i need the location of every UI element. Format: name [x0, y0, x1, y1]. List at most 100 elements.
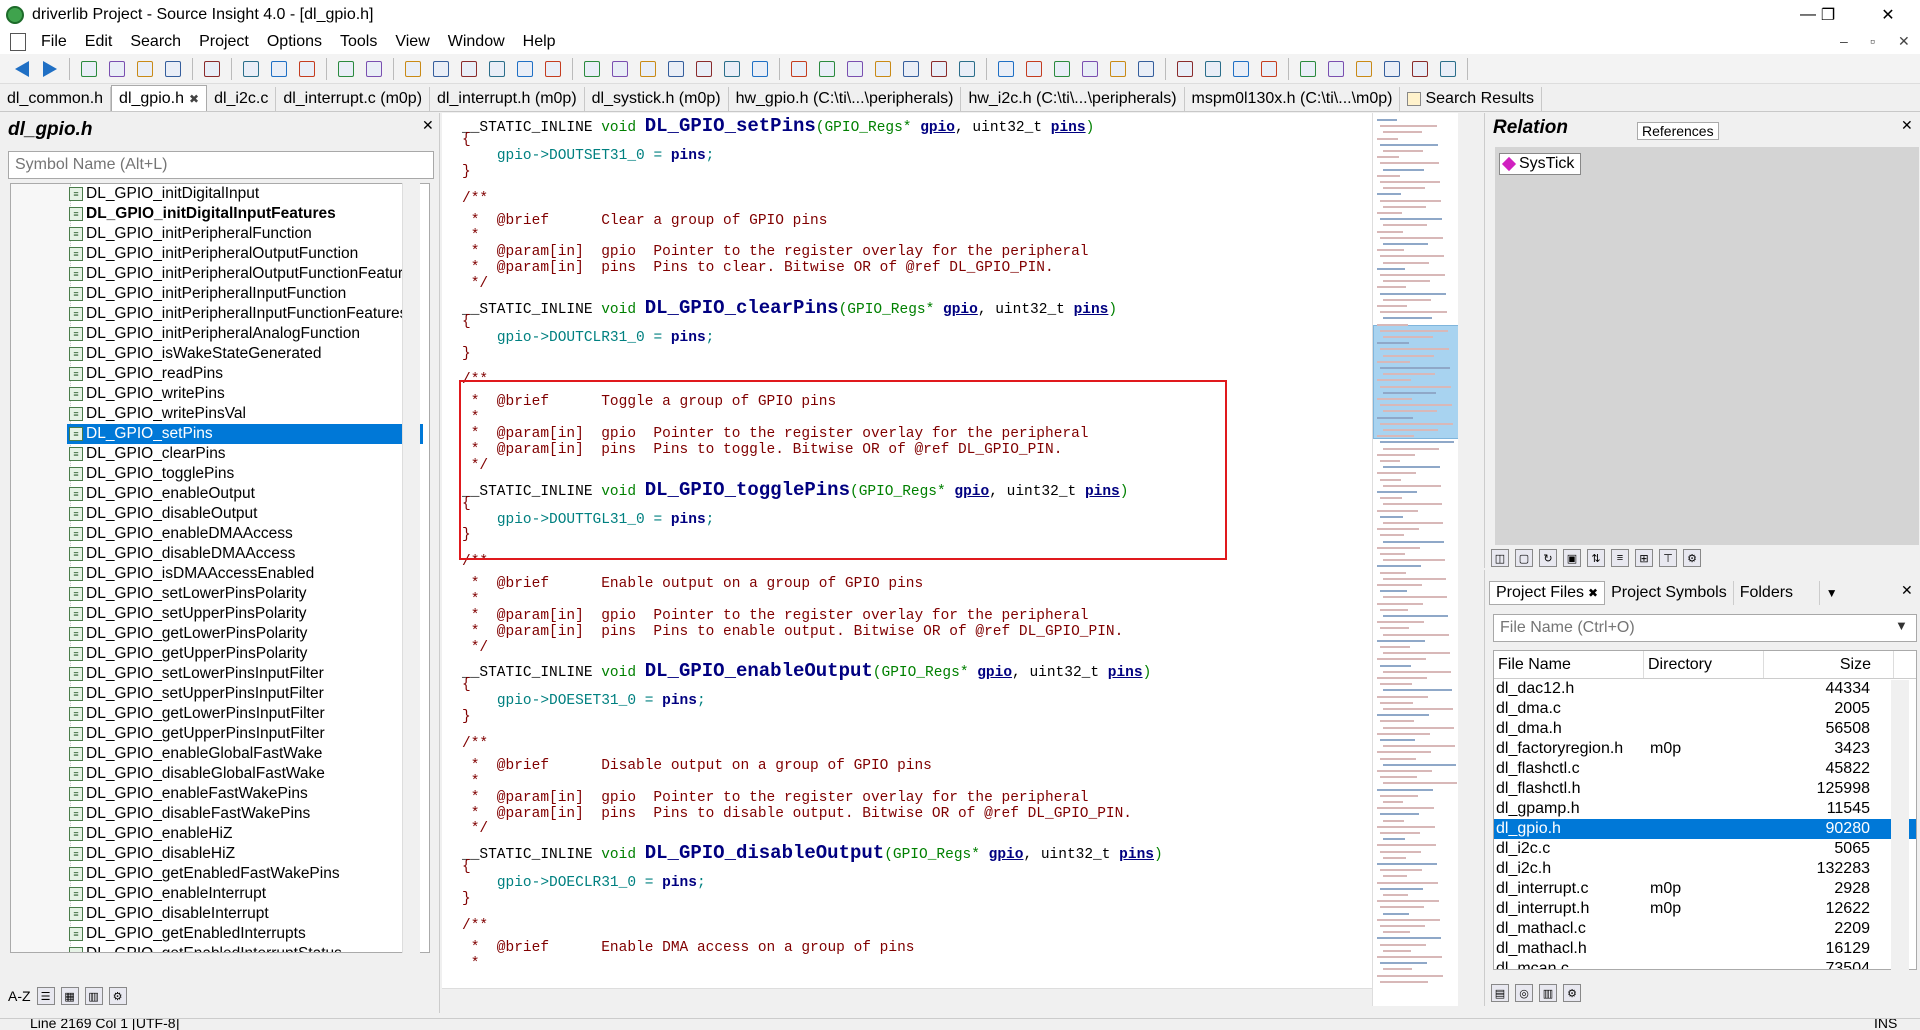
references-tab[interactable]: References [1637, 122, 1719, 140]
close-relation-icon[interactable]: ✕ [1901, 117, 1913, 134]
menu-file[interactable]: File [32, 33, 76, 51]
symbol-list-item[interactable]: ≡ DL_GPIO_getLowerPinsPolarity [67, 624, 423, 644]
symbol-list-item[interactable]: ≡ DL_GPIO_disableInterrupt [67, 904, 423, 924]
column-size[interactable]: Size [1764, 651, 1894, 678]
menu-window[interactable]: Window [439, 33, 514, 51]
outline-icon[interactable]: ≡ [1611, 549, 1629, 567]
overview-icon[interactable] [872, 58, 894, 80]
file-row[interactable]: dl_gpamp.h 11545 [1494, 799, 1916, 819]
menu-edit[interactable]: Edit [76, 33, 122, 51]
tab-mspm0l130x-h[interactable]: mspm0l130x.h (C:\ti\...\m0p) [1185, 87, 1401, 111]
browse-folder-icon[interactable]: ▤ [1491, 984, 1509, 1002]
stack-icon[interactable] [928, 58, 950, 80]
hierarchy-icon[interactable]: ⊤ [1659, 549, 1677, 567]
e-icon[interactable] [1409, 58, 1431, 80]
graph-icon[interactable] [1051, 58, 1073, 80]
symbol-list-item[interactable]: ≡ DL_GPIO_isDMAAccessEnabled [67, 564, 423, 584]
symbol-list-item[interactable]: ≡ DL_GPIO_disableOutput [67, 504, 423, 524]
file-row[interactable]: dl_dma.c 2005 [1494, 699, 1916, 719]
tab-project-files[interactable]: Project Files ✖ [1489, 581, 1606, 605]
save-icon[interactable] [134, 58, 156, 80]
category-icon[interactable]: ▦ [60, 987, 79, 1005]
tab-project-symbols[interactable]: Project Symbols [1605, 581, 1734, 605]
symbol-search-input[interactable] [8, 151, 434, 179]
file-row[interactable]: dl_mathacl.c 2209 [1494, 919, 1916, 939]
file-row[interactable]: dl_mcan.c 73504 [1494, 959, 1916, 969]
tab-dl-interrupt-h[interactable]: dl_interrupt.h (m0p) [430, 87, 585, 111]
symbol-list-item[interactable]: ≡ DL_GPIO_enableDMAAccess [67, 524, 423, 544]
symbol-list-item[interactable]: ≡ DL_GPIO_initPeripheralFunction [67, 224, 423, 244]
a-icon[interactable] [1297, 58, 1319, 80]
mdi-restore-button[interactable]: ▫ [1870, 33, 1875, 49]
tree-icon[interactable] [1023, 58, 1045, 80]
tab-search-results[interactable]: Search Results [1400, 87, 1542, 111]
split-icon[interactable] [1107, 58, 1129, 80]
lock-icon[interactable]: ▣ [1563, 549, 1581, 567]
symbol-list-item[interactable]: ≡DL_GPIO_getEnabledInterruptStatus [67, 944, 423, 952]
b-icon[interactable] [1325, 58, 1347, 80]
file-row[interactable]: dl_dma.h 56508 [1494, 719, 1916, 739]
cut-icon[interactable] [240, 58, 262, 80]
maximize-button[interactable]: ❐ [1800, 0, 1856, 30]
symbol-list-item[interactable]: ≡ DL_GPIO_togglePins [67, 464, 423, 484]
browse-icon[interactable] [542, 58, 564, 80]
panel-icon[interactable] [844, 58, 866, 80]
symbol-list-item[interactable]: ≡ DL_GPIO_setUpperPinsInputFilter [67, 684, 423, 704]
jump-ref-icon[interactable] [665, 58, 687, 80]
replace-icon[interactable] [486, 58, 508, 80]
tab-overflow-dropdown[interactable]: ▼ [1820, 581, 1844, 605]
file-row[interactable]: dl_dac12.h 44334 [1494, 679, 1916, 699]
symbol-list-item[interactable]: ≡ DL_GPIO_getLowerPinsInputFilter [67, 704, 423, 724]
tab-folders[interactable]: Folders [1734, 581, 1820, 605]
go-icon[interactable] [581, 58, 603, 80]
layout-icon[interactable] [816, 58, 838, 80]
symbol-list-item[interactable]: ≡ DL_GPIO_writePins [67, 384, 423, 404]
tab-dl-systick-h[interactable]: dl_systick.h (m0p) [585, 87, 729, 111]
search-icon[interactable] [458, 58, 480, 80]
file-row[interactable]: dl_gpio.h 90280 [1494, 819, 1916, 839]
mdi-minimize-button[interactable]: – [1840, 33, 1848, 49]
tab-dl-common-h[interactable]: dl_common.h [0, 87, 112, 111]
d-icon[interactable] [1381, 58, 1403, 80]
symbol-list-item[interactable]: ≡ DL_GPIO_initDigitalInput [67, 184, 423, 204]
symbol-list-item[interactable]: ≡ DL_GPIO_isWakeStateGenerated [67, 344, 423, 364]
symbol-list-item[interactable]: ≡ DL_GPIO_enableFastWakePins [67, 784, 423, 804]
symbol-list-item[interactable]: ≡ DL_GPIO_setLowerPinsPolarity [67, 584, 423, 604]
symbol-list-item[interactable]: ≡ DL_GPIO_disableGlobalFastWake [67, 764, 423, 784]
close-panel-icon[interactable]: ✕ [422, 117, 434, 134]
menu-tools[interactable]: Tools [331, 33, 386, 51]
symbol-list-item[interactable]: ≡ DL_GPIO_enableInterrupt [67, 884, 423, 904]
graph-layout-icon[interactable]: ◫ [1491, 549, 1509, 567]
symbol-list-item[interactable]: ≡ DL_GPIO_initPeripheralInputFunction [67, 284, 423, 304]
file-row[interactable]: dl_factoryregion.h m0p 3423 [1494, 739, 1916, 759]
close-project-panel-icon[interactable]: ✕ [1901, 582, 1913, 599]
forward-icon[interactable] [39, 58, 61, 80]
editor-vertical-scrollbar[interactable] [1458, 113, 1472, 1006]
file-row[interactable]: dl_mathacl.h 16129 [1494, 939, 1916, 959]
symbol-window-icon[interactable] [788, 58, 810, 80]
menu-help[interactable]: Help [514, 33, 565, 51]
symbol-list-item[interactable]: ≡ DL_GPIO_initPeripheralAnalogFunction [67, 324, 423, 344]
file-row[interactable]: dl_flashctl.h 125998 [1494, 779, 1916, 799]
symbol-list-item[interactable]: ≡ DL_GPIO_initPeripheralInputFunctionFeat… [67, 304, 423, 324]
context-icon[interactable] [721, 58, 743, 80]
mdi-close-button[interactable]: ✕ [1898, 33, 1910, 50]
list-view-icon[interactable]: ☰ [36, 987, 55, 1005]
file-list-icon[interactable]: ▥ [1539, 984, 1557, 1002]
chevron-down-icon[interactable]: ▼ [1895, 618, 1908, 633]
menu-search[interactable]: Search [121, 33, 190, 51]
symbol-list-item[interactable]: ≡ DL_GPIO_clearPins [67, 444, 423, 464]
tab-hw-i2c-h[interactable]: hw_i2c.h (C:\ti\...\peripherals) [961, 87, 1185, 111]
print-icon[interactable] [201, 58, 223, 80]
indent-icon[interactable] [1202, 58, 1224, 80]
file-row[interactable]: dl_flashctl.c 45822 [1494, 759, 1916, 779]
symbol-list-item[interactable]: ≡ DL_GPIO_disableHiZ [67, 844, 423, 864]
symbol-list-item[interactable]: ≡ DL_GPIO_initDigitalInputFeatures [67, 204, 423, 224]
sort-az-button[interactable]: A-Z [8, 988, 31, 1004]
symbol-list-scrollbar[interactable] [402, 183, 420, 953]
settings-gear-icon[interactable]: ⚙ [108, 987, 127, 1005]
symbol-list-item[interactable]: ≡ DL_GPIO_disableFastWakePins [67, 804, 423, 824]
tab-dl-interrupt-c[interactable]: dl_interrupt.c (m0p) [276, 87, 431, 111]
symbol-list-item[interactable]: ≡ DL_GPIO_enableGlobalFastWake [67, 744, 423, 764]
symbol-list-item[interactable]: ≡ DL_GPIO_getUpperPinsPolarity [67, 644, 423, 664]
